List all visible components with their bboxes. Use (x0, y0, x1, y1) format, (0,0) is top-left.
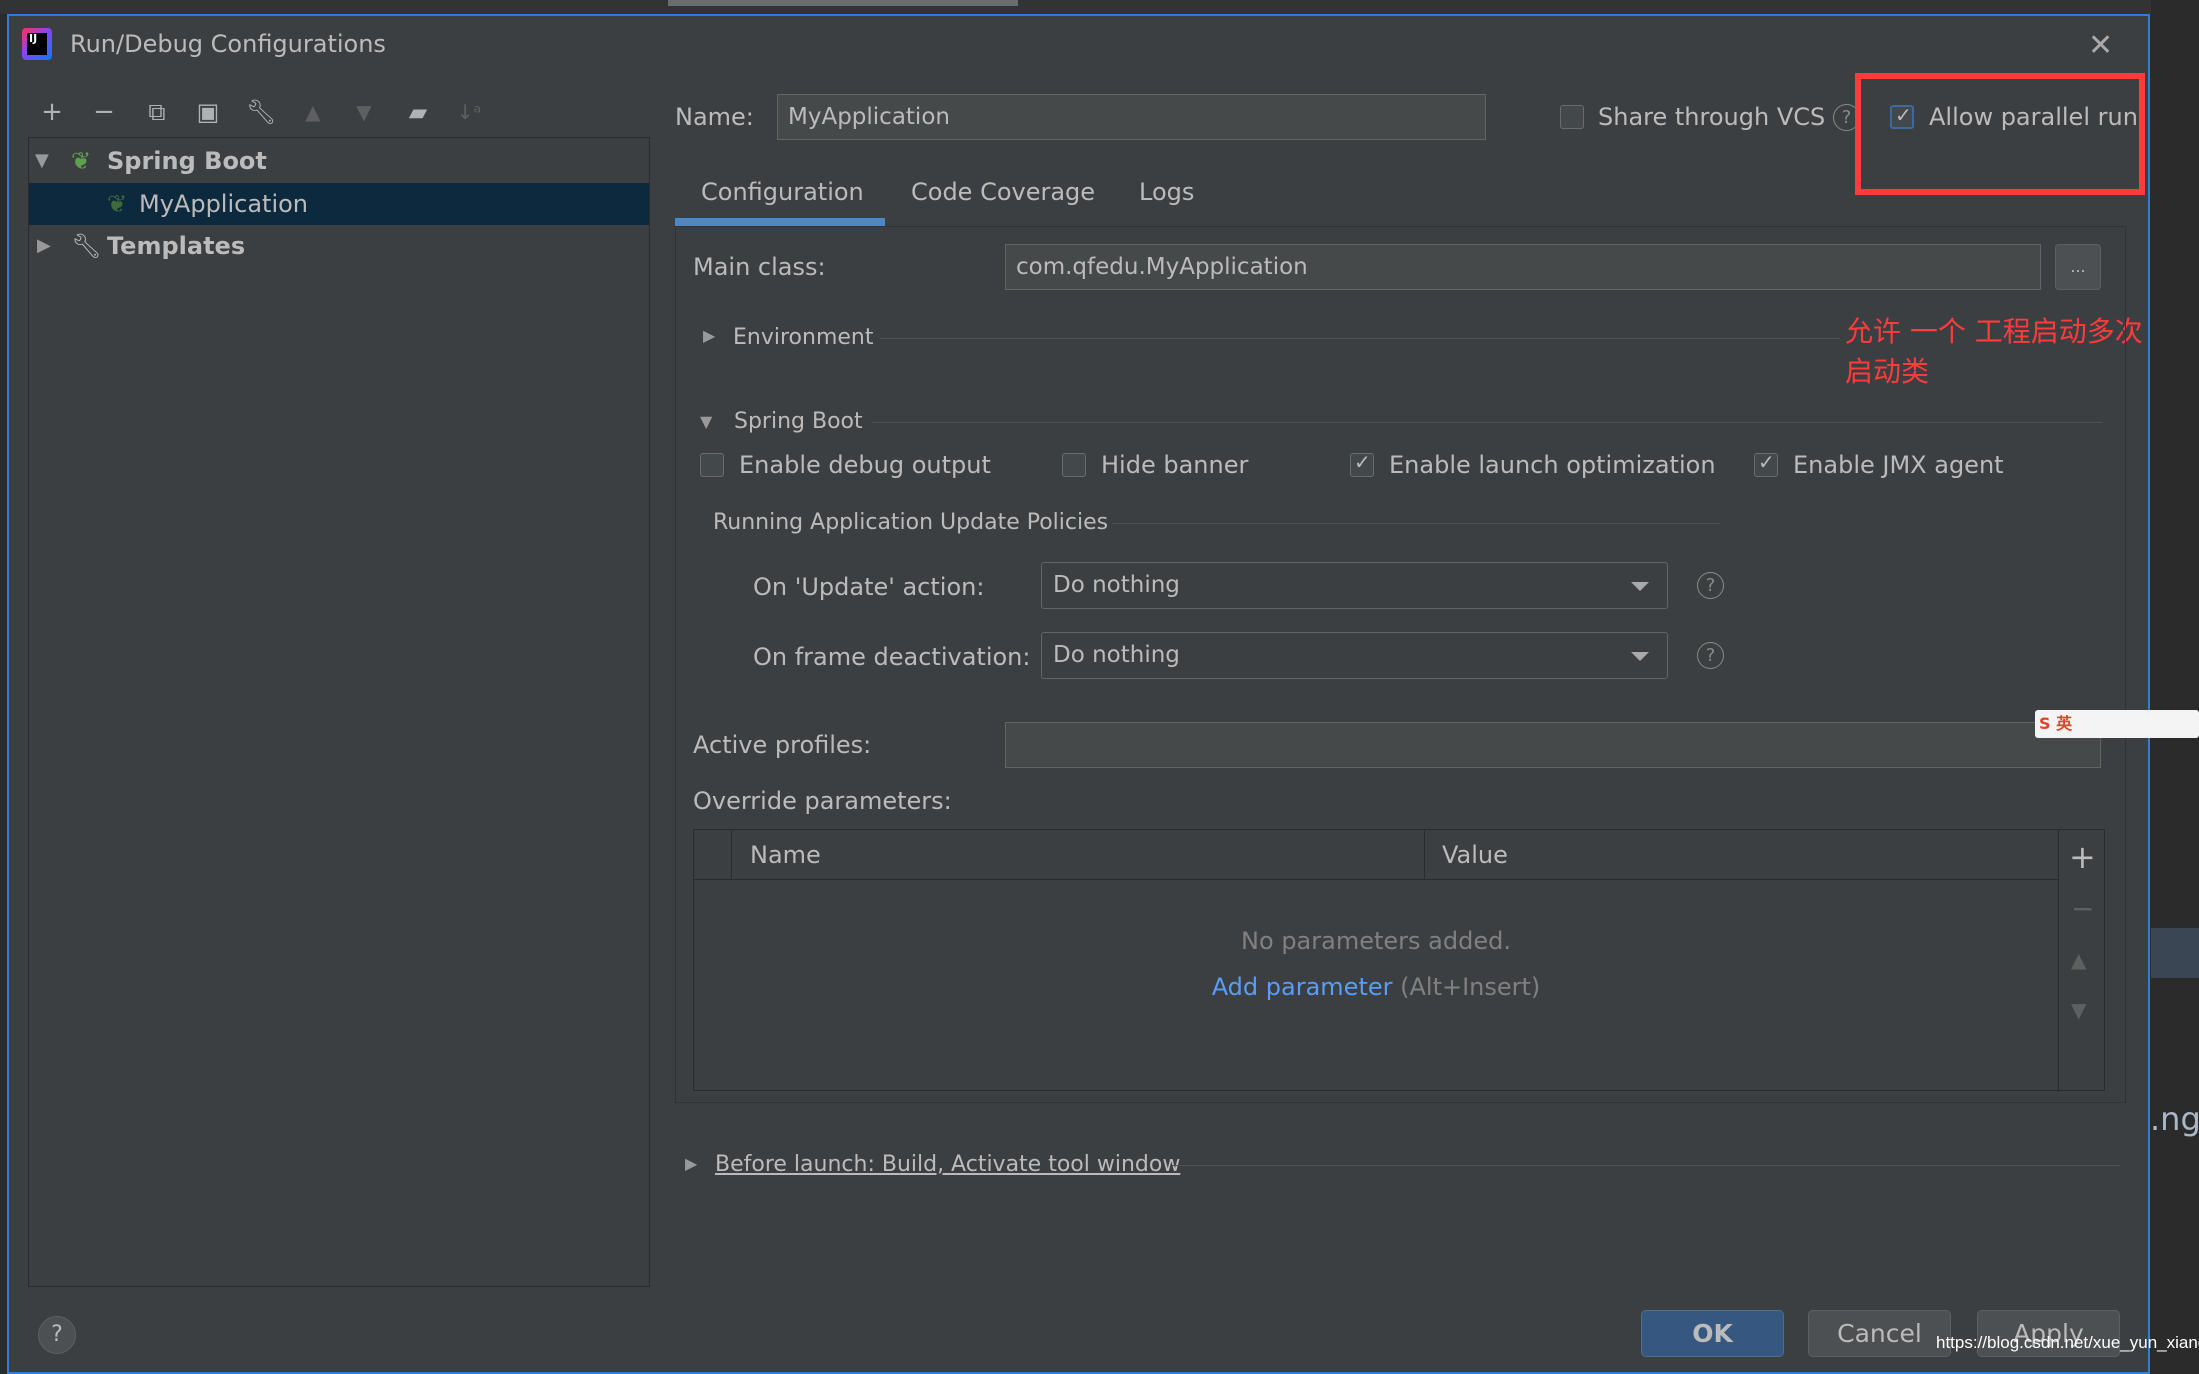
enable-jmx-agent-checkbox[interactable] (1754, 450, 1778, 477)
watermark: https://blog.csdn.net/xue_yun_xiang (1936, 1333, 2199, 1352)
active-profiles-label: Active profiles: (693, 731, 872, 759)
help-button[interactable]: ? (38, 1316, 76, 1354)
empty-table-message: No parameters added. (1241, 927, 1511, 955)
checkbox-label: Enable launch optimization (1389, 451, 1716, 479)
divider (1172, 1165, 2120, 1166)
column-value[interactable]: Value (1442, 841, 1508, 869)
frame-deactivation-label: On frame deactivation: (753, 643, 1031, 671)
checkbox-label: Hide banner (1101, 451, 1249, 479)
tree-label: Templates (107, 232, 246, 260)
close-icon[interactable]: ✕ (2088, 28, 2113, 63)
arrow-down-icon[interactable]: ▼ (346, 94, 382, 130)
chevron-down-icon[interactable]: ▼ (35, 140, 49, 182)
enable-debug-output-checkbox[interactable] (700, 453, 724, 477)
spring-boot-section[interactable]: Spring Boot (734, 409, 863, 434)
annotation-highlight-box (1855, 73, 2145, 195)
ok-button[interactable]: OK (1641, 1310, 1784, 1357)
arrow-up-icon[interactable]: ▲ (295, 94, 331, 130)
main-class-input[interactable]: com.qfedu.MyApplication (1005, 244, 2041, 290)
before-launch-section[interactable]: Before launch: Build, Activate tool wind… (715, 1152, 1180, 1177)
table-header: Name Value (694, 830, 2058, 880)
divider (872, 422, 2102, 423)
new-folder-icon[interactable]: ▰ (400, 94, 436, 130)
divider (880, 338, 1840, 339)
update-action-dropdown[interactable]: Do nothing (1041, 562, 1668, 609)
arrow-up-icon[interactable]: ▲ (2071, 948, 2086, 972)
checkbox-label: Enable JMX agent (1793, 451, 2004, 479)
tree-item-spring-boot[interactable]: ▼ ❦ Spring Boot (29, 140, 649, 182)
wrench-icon: 🔧︎ (71, 232, 102, 260)
tree-item-myapplication[interactable]: ❦ MyApplication (29, 183, 649, 225)
plus-icon[interactable]: + (2069, 838, 2096, 876)
minus-icon[interactable]: − (86, 94, 122, 130)
plus-icon[interactable]: + (34, 94, 70, 130)
environment-section[interactable]: Environment (733, 325, 873, 350)
chevron-right-icon[interactable]: ▶ (37, 225, 51, 267)
help-icon[interactable]: ? (1697, 642, 1724, 669)
cancel-button[interactable]: Cancel (1808, 1310, 1951, 1357)
tab-configuration[interactable]: Configuration (701, 178, 864, 206)
update-action-label: On 'Update' action: (753, 573, 985, 601)
configuration-tree: ▼ ❦ Spring Boot ❦ MyApplication ▶ 🔧︎ Tem… (28, 137, 650, 1287)
divider (1112, 523, 1720, 524)
chevron-right-icon[interactable]: ▶ (703, 326, 715, 345)
add-parameter-link[interactable]: Add parameter (1212, 973, 1393, 1001)
tab-code-coverage[interactable]: Code Coverage (911, 178, 1095, 206)
checkbox-label: Enable debug output (739, 451, 991, 479)
share-vcs-label: Share through VCS (1598, 103, 1826, 131)
spring-boot-app-icon: ❦ (107, 190, 128, 218)
ide-background-top (0, 0, 2199, 14)
tree-label: Spring Boot (107, 147, 267, 175)
frame-deactivation-dropdown[interactable]: Do nothing (1041, 632, 1668, 679)
help-icon[interactable]: ? (1697, 572, 1724, 599)
chevron-down-icon[interactable]: ▼ (700, 412, 712, 431)
ide-background-right (2151, 0, 2199, 1364)
save-icon[interactable]: ▣ (190, 94, 226, 130)
spring-boot-icon: ❦ (71, 147, 92, 175)
column-name[interactable]: Name (750, 841, 821, 869)
override-parameters-label: Override parameters: (693, 787, 952, 815)
active-tab-indicator (675, 218, 885, 226)
intellij-logo: IJ (22, 28, 52, 60)
tab-logs[interactable]: Logs (1139, 178, 1194, 206)
name-label: Name: (675, 103, 754, 131)
share-vcs-checkbox[interactable] (1560, 105, 1584, 129)
name-input[interactable]: MyApplication (777, 94, 1486, 140)
main-class-label: Main class: (693, 253, 826, 281)
copy-icon[interactable]: ⧉ (139, 94, 175, 130)
ime-toolbar[interactable]: S 英 (2035, 710, 2199, 738)
sort-alpha-icon[interactable]: ↓ᵃ (451, 94, 487, 130)
override-parameters-table: Name Value + − ▲ ▼ No parameters added. … (693, 829, 2105, 1092)
enable-launch-optimization-checkbox[interactable] (1350, 450, 1374, 477)
arrow-down-icon[interactable]: ▼ (2071, 998, 2086, 1022)
tree-item-templates[interactable]: ▶ 🔧︎ Templates (29, 225, 649, 267)
hide-banner-checkbox[interactable] (1062, 453, 1086, 477)
shortcut-hint: (Alt+Insert) (1400, 973, 1541, 1001)
minus-icon[interactable]: − (2071, 892, 2094, 925)
active-profiles-input[interactable] (1005, 722, 2101, 768)
dialog-title: Run/Debug Configurations (70, 30, 386, 58)
browse-button[interactable]: ... (2055, 244, 2101, 290)
tree-label: MyApplication (139, 190, 309, 218)
chevron-right-icon[interactable]: ▶ (685, 1154, 697, 1173)
wrench-icon[interactable]: 🔧︎ (243, 94, 279, 130)
background-editor-text: .ng (2150, 1100, 2199, 1138)
policies-title: Running Application Update Policies (713, 510, 1109, 535)
